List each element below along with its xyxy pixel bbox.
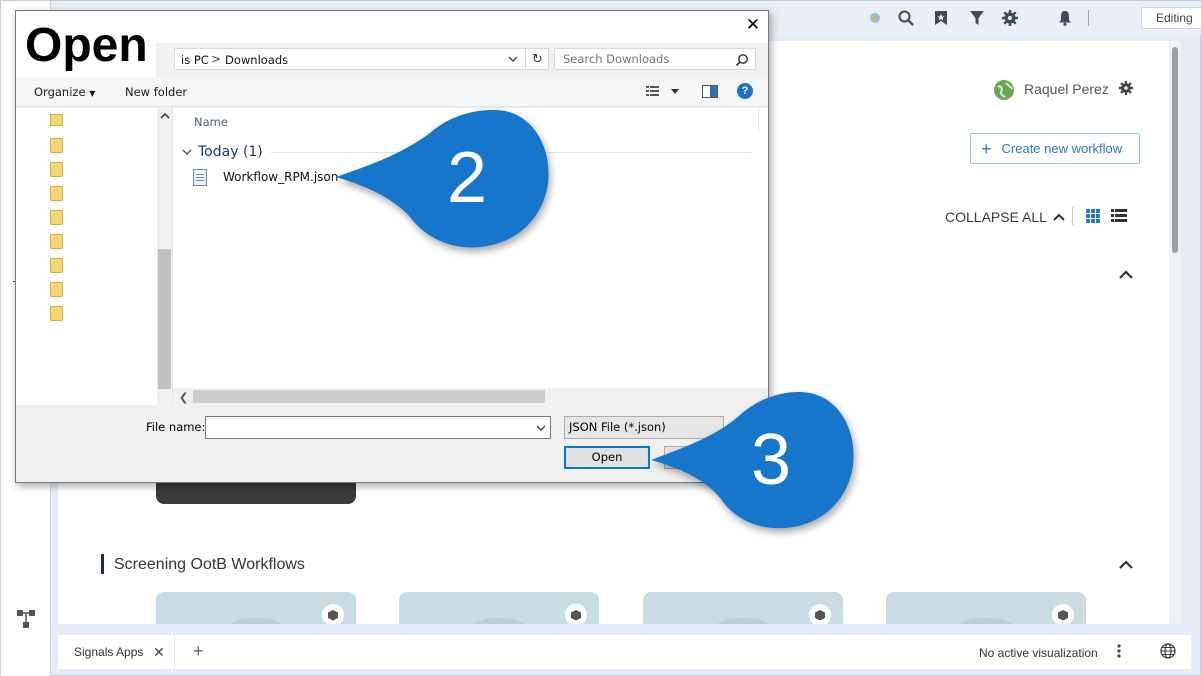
more-menu-icon[interactable] (1115, 643, 1123, 659)
preview-pane-icon[interactable] (702, 85, 718, 98)
collapse-all-label: COLLAPSE ALL (945, 209, 1047, 225)
group-header-today[interactable]: Today (1) (182, 144, 263, 160)
section-collapse-chevron-up-icon[interactable] (1118, 268, 1134, 280)
json-file-icon (193, 168, 207, 186)
collapse-all-button[interactable]: COLLAPSE ALL (945, 209, 1065, 225)
package-icon (809, 604, 831, 624)
create-workflow-label: Create new workflow (1001, 141, 1123, 156)
workflow-card[interactable] (643, 592, 843, 624)
caret-down-icon: ▼ (89, 89, 96, 98)
list-view-icon[interactable] (1111, 209, 1127, 223)
plus-icon: + (981, 138, 992, 159)
file-name-field[interactable] (205, 416, 551, 439)
section-accent-bar (101, 554, 104, 574)
folder-icon[interactable] (50, 186, 63, 201)
extension-icon[interactable] (865, 8, 885, 28)
package-icon (1052, 604, 1074, 624)
workflow-card[interactable] (156, 592, 356, 624)
tab-close-icon[interactable]: ✕ (153, 644, 165, 661)
close-icon[interactable]: ✕ (743, 15, 763, 35)
help-icon[interactable]: ? (737, 83, 753, 99)
breadcrumb-downloads[interactable]: Downloads (225, 53, 288, 67)
nav-scrollbar-thumb[interactable] (158, 249, 171, 389)
callout-label: 3 (750, 420, 792, 500)
scroll-up-arrow-icon[interactable] (160, 111, 170, 121)
scroll-left-arrow-icon[interactable]: ❮ (179, 391, 188, 404)
folder-icon[interactable] (50, 138, 63, 153)
breadcrumb-this-pc[interactable]: is PC (181, 53, 209, 67)
grid-view-icon[interactable] (1086, 209, 1100, 223)
file-name-history-chevron-down-icon[interactable] (535, 422, 547, 434)
organize-menu[interactable]: Organize ▼ (34, 85, 95, 99)
card-illustration (698, 618, 788, 624)
tab-label: Signals Apps (74, 645, 144, 659)
card-illustration (941, 618, 1031, 624)
folder-icon[interactable] (50, 162, 63, 177)
view-divider (1072, 207, 1073, 225)
command-bar: Organize ▼ New folder ? (16, 77, 768, 107)
workflow-card[interactable] (399, 592, 599, 624)
file-name: Workflow_RPM.json (223, 170, 339, 184)
mode-dropdown[interactable]: Editing (1141, 7, 1201, 29)
horizontal-scrollbar-thumb[interactable] (193, 390, 545, 403)
user-name[interactable]: Raquel Perez (1024, 81, 1109, 97)
visualization-status: No active visualization (979, 646, 1098, 660)
avatar[interactable] (994, 80, 1014, 100)
user-settings-gear-icon[interactable] (1119, 81, 1135, 97)
open-button[interactable]: Open (564, 446, 650, 469)
file-list-item[interactable]: Workflow_RPM.json (193, 166, 338, 188)
create-workflow-button[interactable]: + Create new workflow (970, 133, 1140, 164)
mode-label: Editing (1156, 11, 1193, 25)
group-label: Today (1) (198, 144, 263, 160)
package-icon (565, 604, 587, 624)
breadcrumb-separator: > (211, 52, 222, 66)
column-divider[interactable] (758, 108, 759, 132)
globe-icon[interactable] (1160, 643, 1176, 659)
navigation-pane (16, 108, 172, 405)
main-scrollbar-thumb[interactable] (1172, 47, 1178, 253)
change-view-icon[interactable] (646, 85, 680, 99)
folder-icon[interactable] (50, 306, 63, 321)
chevron-up-icon (1053, 213, 1065, 221)
filter-icon[interactable] (967, 8, 987, 28)
bell-icon[interactable] (1055, 8, 1075, 28)
column-header-name[interactable]: Name (194, 115, 228, 129)
dialog-title: Open (16, 11, 156, 77)
organize-label: Organize (34, 85, 86, 99)
gear-icon[interactable] (1000, 8, 1020, 28)
file-name-label: File name: (146, 420, 206, 434)
ootb-collapse-chevron-up-icon[interactable] (1118, 558, 1134, 570)
chevron-down-icon (182, 149, 192, 155)
address-bar[interactable]: is PC > Downloads ↻ (174, 48, 549, 70)
workflow-card[interactable] (886, 592, 1086, 624)
workflow-tree-icon[interactable] (16, 608, 36, 630)
refresh-icon[interactable]: ↻ (525, 49, 549, 69)
toolbar-divider (1088, 10, 1089, 26)
folder-icon[interactable] (50, 210, 63, 225)
bookmark-icon[interactable] (931, 8, 951, 28)
search-input[interactable] (554, 48, 756, 70)
new-folder-button[interactable]: New folder (125, 85, 187, 99)
quick-access-link-icon[interactable] (50, 114, 63, 126)
section-title: Screening OotB Workflows (114, 556, 305, 573)
bottom-tab-bar: Signals Apps ✕ + No active visualization (58, 635, 1191, 669)
package-icon (322, 604, 344, 624)
search-icon (735, 54, 748, 67)
folder-icon[interactable] (50, 234, 63, 249)
folder-icon[interactable] (50, 282, 63, 297)
card-illustration (211, 618, 301, 624)
address-history-chevron-down-icon[interactable] (507, 53, 519, 65)
add-tab-icon[interactable]: + (193, 641, 204, 662)
folder-icon[interactable] (50, 258, 63, 273)
search-icon[interactable] (896, 8, 916, 28)
card-illustration (454, 618, 544, 624)
callout-label: 2 (446, 138, 488, 218)
